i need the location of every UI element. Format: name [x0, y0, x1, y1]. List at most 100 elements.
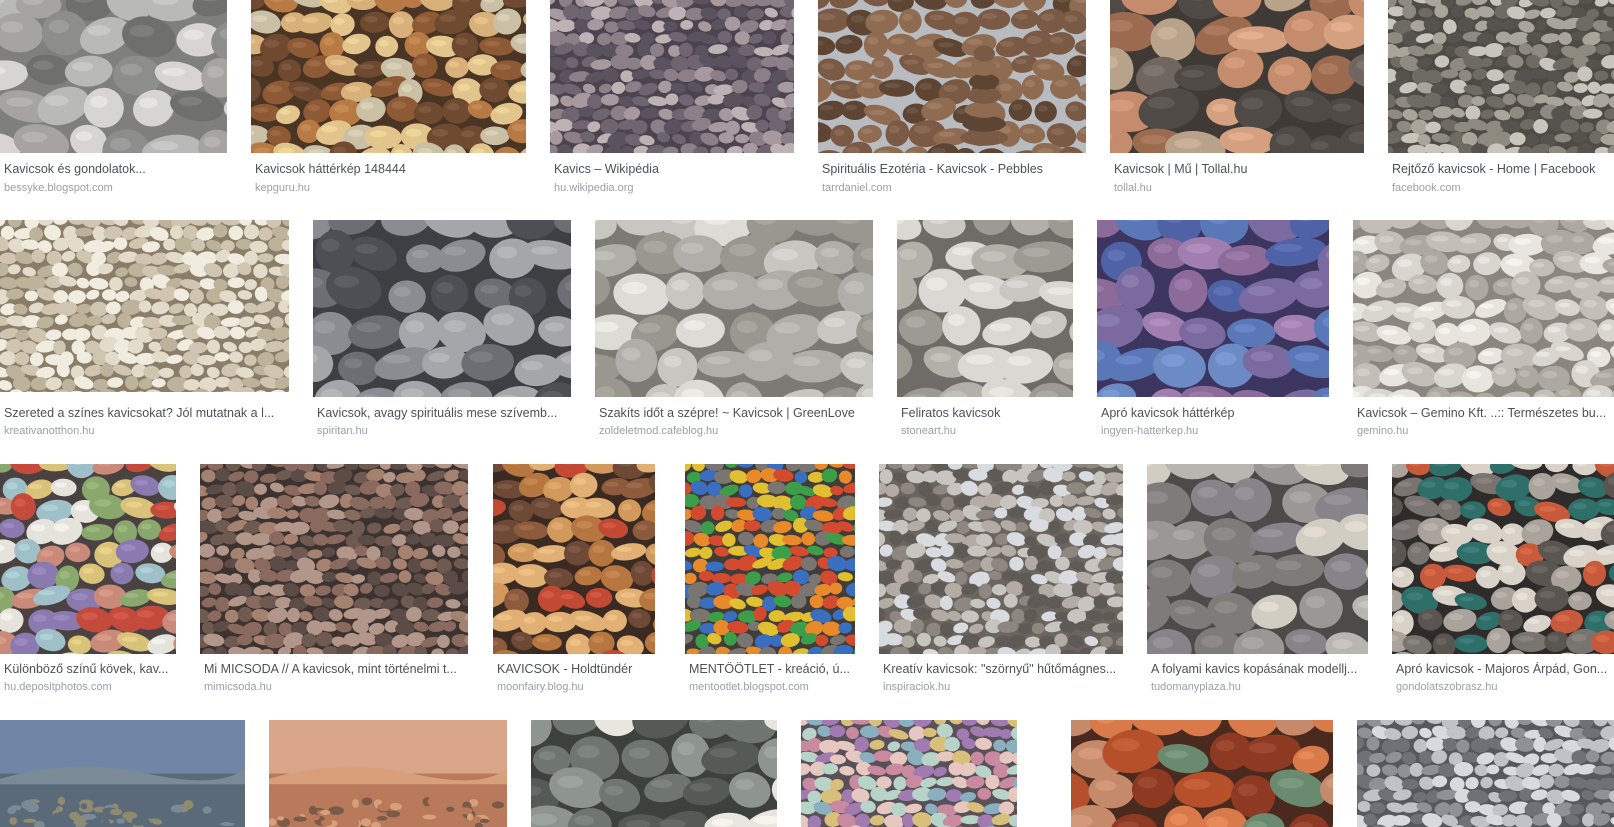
pebble-highlight: [1424, 568, 1436, 577]
result-thumbnail[interactable]: [685, 464, 855, 654]
pebble-highlight: [1444, 482, 1460, 490]
result-title[interactable]: Feliratos kavicsok: [901, 406, 1071, 420]
image-result-card[interactable]: Apró kavicsok háttérkép ingyen-hatterkep…: [1097, 220, 1329, 440]
image-result-card[interactable]: Kavicsok és gondolatok... bessyke.blogsp…: [0, 0, 227, 200]
result-thumbnail[interactable]: [0, 220, 289, 392]
result-thumbnail[interactable]: [0, 0, 227, 153]
result-thumbnail[interactable]: [251, 0, 526, 153]
image-result-card[interactable]: Kavicsok – Gemino Kft. ..:: Természetes …: [1353, 220, 1614, 440]
image-result-card[interactable]: Kavicsok, avagy spirituális mese szívemb…: [313, 220, 571, 440]
result-title[interactable]: Kavicsok és gondolatok...: [4, 162, 224, 176]
pebble-highlight: [1601, 279, 1614, 285]
image-result-card[interactable]: [1071, 720, 1333, 827]
result-thumbnail[interactable]: [0, 720, 245, 827]
image-result-card[interactable]: MENTŐÖTLET - kreáció, ú... mentootlet.bl…: [685, 464, 855, 694]
image-result-card[interactable]: Rejtőző kavicsok - Home | Facebook faceb…: [1388, 0, 1614, 200]
result-title[interactable]: Kreatív kavicsok: "szörnyű" hűtőmágnes..…: [883, 662, 1121, 676]
pebble-highlight: [1078, 747, 1104, 760]
result-title[interactable]: Kavicsok, avagy spirituális mese szívemb…: [317, 406, 569, 420]
result-thumbnail[interactable]: [269, 720, 507, 827]
result-title[interactable]: MENTŐÖTLET - kreáció, ú...: [689, 662, 853, 676]
pebble-highlight: [1424, 255, 1438, 263]
result-thumbnail[interactable]: [1110, 0, 1364, 153]
result-thumbnail[interactable]: [531, 720, 777, 827]
pebble-highlight: [0, 21, 24, 33]
image-result-card[interactable]: Feliratos kavicsok stoneart.hu: [897, 220, 1073, 440]
image-result-card[interactable]: Kavicsok háttérkép 148444 kepguru.hu: [251, 0, 526, 200]
result-title[interactable]: Különböző színű kövek, kav...: [4, 662, 174, 676]
result-thumbnail[interactable]: [1388, 0, 1614, 153]
result-title[interactable]: Szereted a színes kavicsokat? Jól mutatn…: [4, 406, 286, 420]
pebble-highlight: [845, 104, 858, 111]
pebble-highlight: [1302, 526, 1326, 538]
result-thumbnail[interactable]: [550, 0, 794, 153]
pebble-highlight: [334, 275, 360, 288]
image-result-card[interactable]: Kreatív kavicsok: "szörnyű" hűtőmágnes..…: [879, 464, 1123, 694]
result-title[interactable]: Kavicsok | Mű | Tollal.hu: [1114, 162, 1362, 176]
image-result-card[interactable]: [269, 720, 507, 827]
image-result-card[interactable]: Apró kavicsok - Majoros Árpád, Gon... go…: [1392, 464, 1614, 694]
image-result-card[interactable]: Szereted a színes kavicsokat? Jól mutatn…: [0, 220, 289, 440]
result-thumbnail[interactable]: [493, 464, 655, 654]
result-thumbnail[interactable]: [1097, 220, 1329, 397]
result-title[interactable]: A folyami kavics kopásának modellj...: [1151, 662, 1366, 676]
result-title[interactable]: Spirituális Ezotéria - Kavicsok - Pebble…: [822, 162, 1084, 176]
thumbnail-image: [0, 464, 176, 654]
image-result-card[interactable]: KAVICSOK - Holdtündér moonfairy.blog.hu: [493, 464, 655, 694]
image-result-card[interactable]: Mi MICSODA // A kavicsok, mint történelm…: [200, 464, 468, 694]
image-result-card[interactable]: [0, 720, 245, 827]
result-thumbnail[interactable]: [313, 220, 571, 397]
image-result-card[interactable]: Spirituális Ezotéria - Kavicsok - Pebble…: [818, 0, 1086, 200]
image-result-card[interactable]: [1357, 720, 1614, 827]
result-thumbnail[interactable]: [818, 0, 1086, 153]
result-thumbnail[interactable]: [897, 220, 1073, 397]
pebble-highlight: [1421, 613, 1433, 620]
image-result-card[interactable]: [531, 720, 777, 827]
pebble-highlight: [1588, 615, 1602, 623]
result-thumbnail[interactable]: [1357, 720, 1614, 827]
pebble-highlight: [636, 524, 648, 531]
result-thumbnail[interactable]: [200, 464, 468, 654]
image-result-card[interactable]: Különböző színű kövek, kav... hu.deposit…: [0, 464, 176, 694]
pebble-highlight: [1047, 287, 1073, 296]
image-result-card[interactable]: Szakíts időt a szépre! ~ Kavicsok | Gree…: [595, 220, 873, 440]
result-thumbnail[interactable]: [1353, 220, 1614, 397]
result-title[interactable]: Kavicsok háttérkép 148444: [255, 162, 523, 176]
result-thumbnail[interactable]: [0, 464, 176, 654]
image-result-card[interactable]: Kavics – Wikipédia hu.wikipedia.org: [550, 0, 794, 200]
pebble-highlight: [1549, 279, 1564, 285]
result-title[interactable]: KAVICSOK - Holdtündér: [497, 662, 653, 676]
result-thumbnail[interactable]: [1071, 720, 1333, 827]
pebble-highlight: [1515, 276, 1529, 285]
pebble-highlight: [391, 101, 407, 109]
result-title[interactable]: Apró kavicsok háttérkép: [1101, 406, 1327, 420]
image-result-card[interactable]: [801, 720, 1017, 827]
pebble-highlight: [1412, 322, 1425, 330]
pebble-highlight: [916, 39, 934, 47]
result-thumbnail[interactable]: [879, 464, 1123, 654]
image-result-card[interactable]: Kavicsok | Mű | Tollal.hu tollal.hu: [1110, 0, 1364, 200]
image-result-card[interactable]: A folyami kavics kopásának modellj... tu…: [1147, 464, 1368, 694]
result-thumbnail[interactable]: [595, 220, 873, 397]
pebble-highlight: [448, 61, 460, 68]
result-title[interactable]: Szakíts időt a szépre! ~ Kavicsok | Gree…: [599, 406, 871, 420]
result-source: stoneart.hu: [901, 425, 957, 437]
result-title[interactable]: Mi MICSODA // A kavicsok, mint történelm…: [204, 662, 464, 676]
pebble-highlight: [1024, 79, 1035, 88]
pebble-highlight: [905, 316, 926, 328]
pebble-highlight: [1369, 258, 1380, 264]
result-title[interactable]: Kavics – Wikipédia: [554, 162, 792, 176]
pebble-highlight: [1064, 15, 1077, 23]
result-thumbnail[interactable]: [1147, 464, 1368, 654]
result-thumbnail[interactable]: [801, 720, 1017, 827]
result-title[interactable]: Apró kavicsok - Majoros Árpád, Gon...: [1396, 662, 1614, 676]
result-title[interactable]: Kavicsok – Gemino Kft. ..:: Természetes …: [1357, 406, 1614, 420]
result-title[interactable]: Rejtőző kavicsok - Home | Facebook: [1392, 162, 1614, 176]
pebble-highlight: [1394, 615, 1405, 623]
pebble-highlight: [1107, 249, 1126, 262]
pebble-highlight: [1412, 278, 1426, 285]
pebble-highlight: [86, 25, 111, 36]
pebble-highlight: [913, 125, 931, 134]
pebble-highlight: [557, 775, 584, 788]
result-thumbnail[interactable]: [1392, 464, 1614, 654]
